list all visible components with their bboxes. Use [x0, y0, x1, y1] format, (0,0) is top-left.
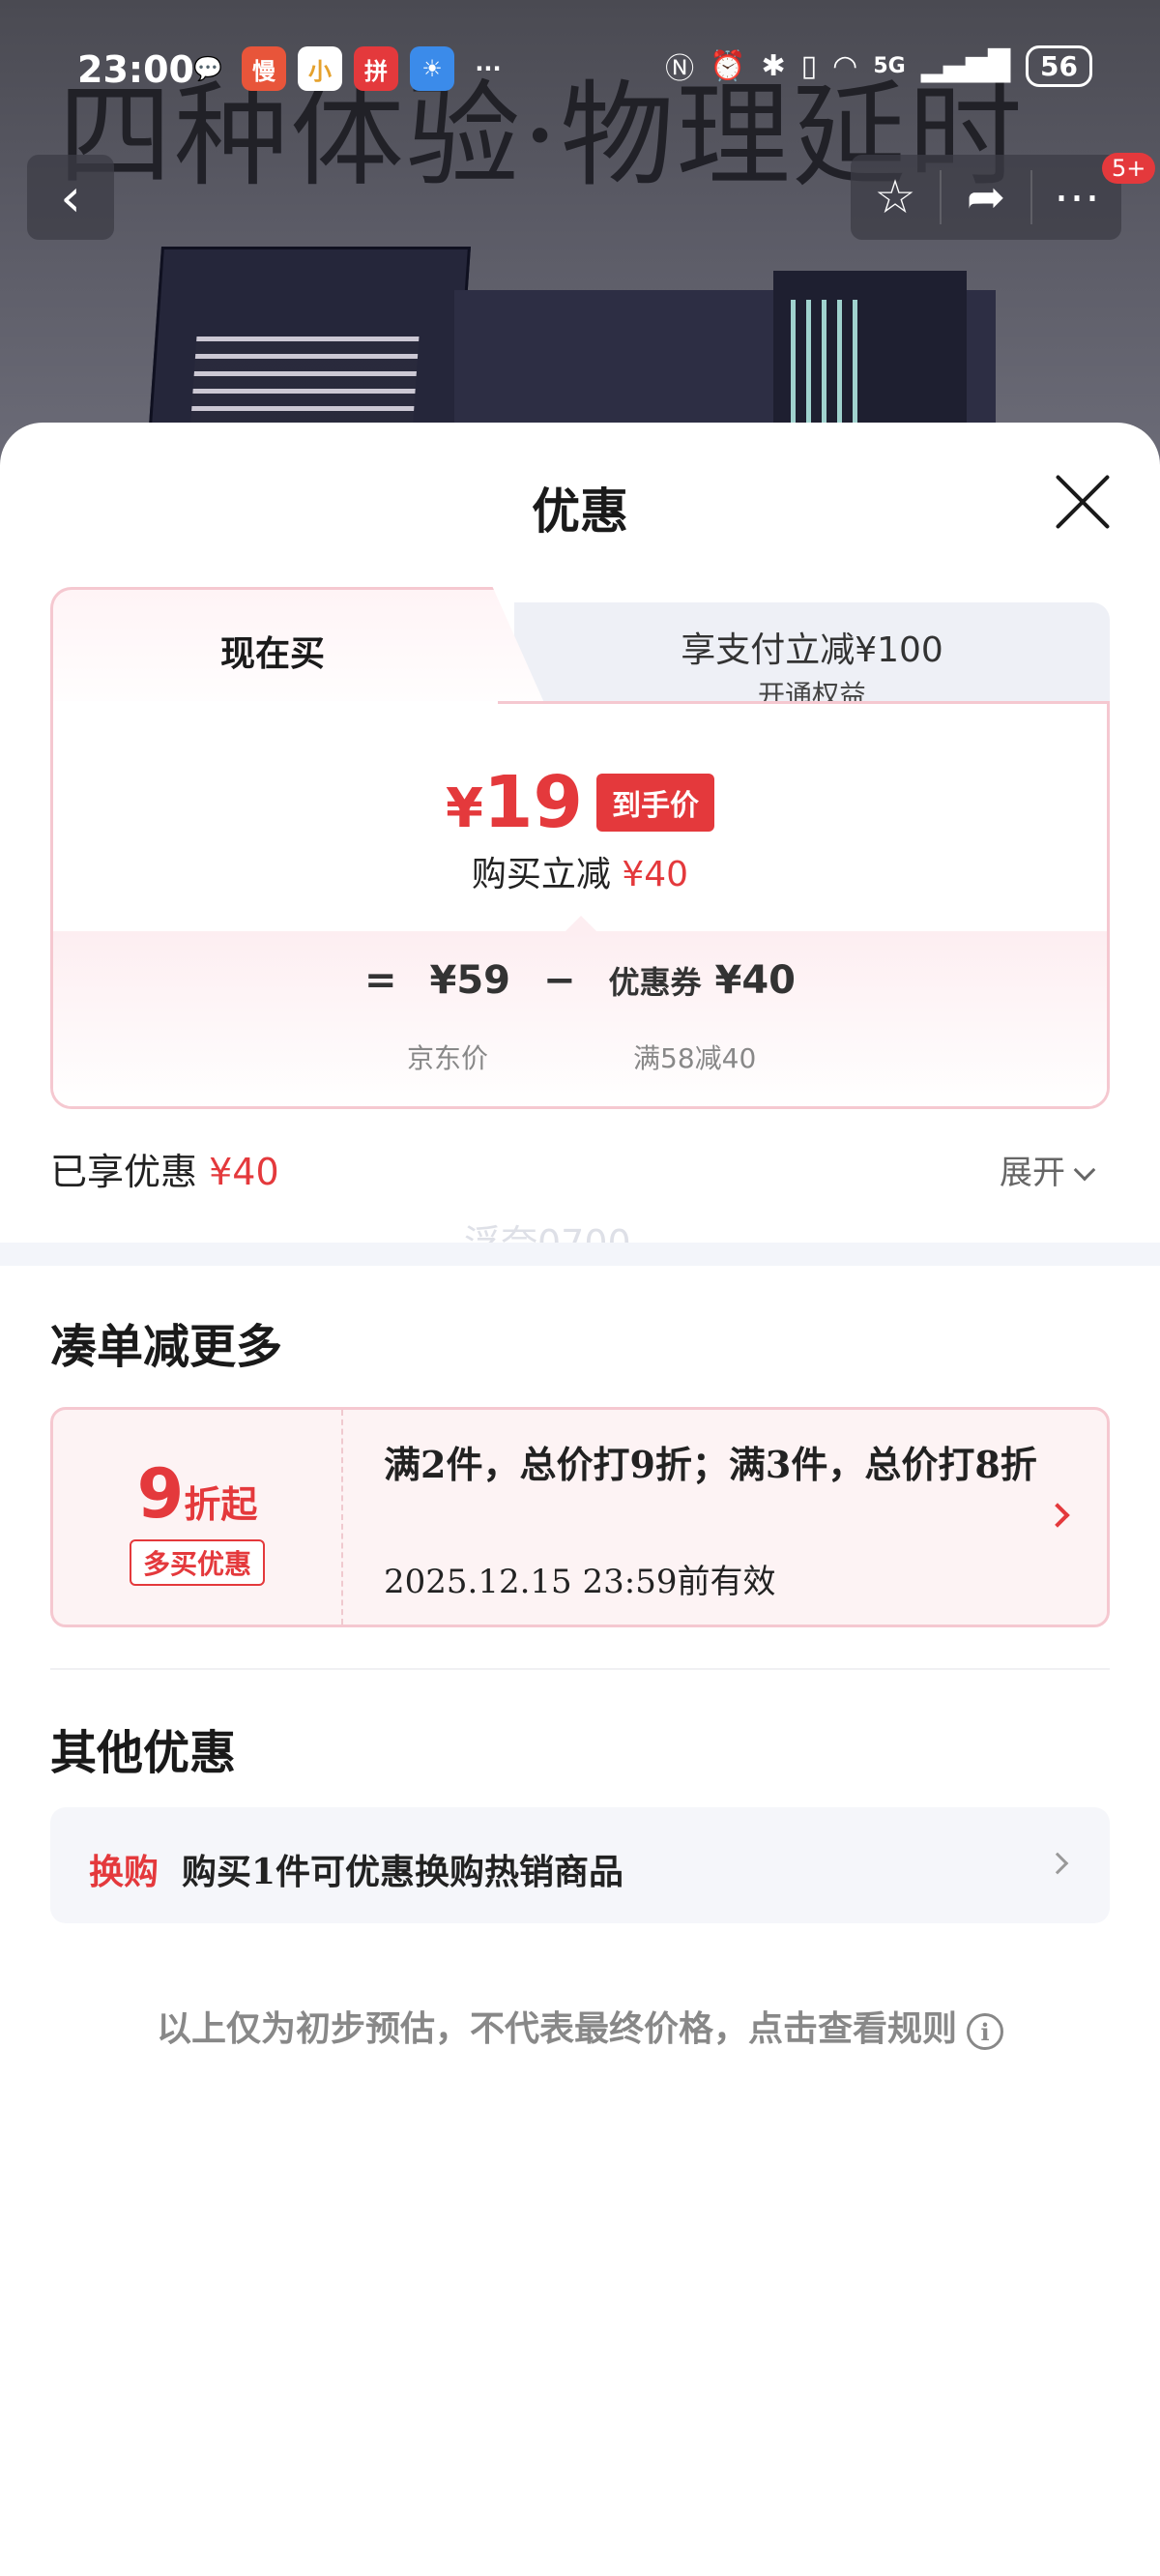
other-section-title: 其他优惠	[50, 1726, 237, 1780]
expand-button[interactable]: 展开	[1000, 1146, 1096, 1193]
divider	[50, 1668, 1110, 1670]
bundle-badge: 多买优惠	[129, 1539, 265, 1586]
tab-buy-now-label: 现在买	[219, 633, 325, 674]
top-actions: ☆ ➦ ⋯	[851, 155, 1121, 240]
status-app-icons: 💬 慢 小 拼 ☀ ···	[186, 46, 510, 91]
status-indicators: Ⓝ ⏰ ✱ ▯ ◠ 5G ▂▄▆█ 56	[665, 44, 1092, 87]
final-price-area: ¥19 到手价 购买立减 ¥40	[53, 701, 1107, 931]
vibrate-icon: ▯	[800, 48, 818, 83]
exchange-offer-row[interactable]: 换购 购买1件可优惠换购热销商品	[50, 1807, 1110, 1923]
price-card: ¥19 到手价 购买立减 ¥40 = ¥59 − 优惠券 ¥40 京东价 满58…	[50, 701, 1110, 1109]
purchase-tabs: 享支付立减¥100 开通权益 现在买	[50, 587, 1110, 722]
discount-summary: 购买立减 ¥40	[471, 855, 689, 894]
equals-sign: =	[364, 958, 397, 1003]
status-time: 23:00	[77, 48, 194, 91]
weather-app-icon: ☀	[410, 46, 454, 91]
bundle-description: 满2件，总价打9折；满3件，总价打8折	[384, 1443, 1037, 1486]
chevron-right-icon	[1045, 1503, 1070, 1528]
enjoyed-discount: 已享优惠 ¥40	[50, 1151, 279, 1193]
message-badge: 5+	[1102, 153, 1156, 184]
bundle-discount-value: 9折起	[136, 1454, 258, 1534]
wechat-icon: 💬	[193, 55, 222, 82]
favorite-star-icon[interactable]: ☆	[851, 170, 942, 224]
back-button[interactable]: ‹	[27, 155, 114, 240]
pinduoduo-app-icon: 拼	[354, 46, 398, 91]
bluetooth-icon: ✱	[761, 48, 786, 83]
discount-sheet: 优惠 享支付立减¥100 开通权益 现在买 ¥19 到手价 购买立减 ¥40 =…	[0, 423, 1160, 2576]
info-icon: i	[967, 2013, 1003, 2050]
final-price-tag: 到手价	[595, 774, 714, 832]
signal-icon: ▂▄▆█	[920, 48, 1011, 83]
price-formula: = ¥59 − 优惠券 ¥40 京东价 满58减40	[53, 931, 1107, 1106]
final-price: ¥19	[446, 761, 583, 844]
coupon-rule: 满58减40	[633, 1042, 757, 1074]
coupon-amount: 优惠券 ¥40	[608, 958, 796, 1003]
disclaimer-link[interactable]: 以上仅为初步预估，不代表最终价格，点击查看规则 i	[0, 2001, 1160, 2051]
status-bar: 23:00 💬 慢 小 拼 ☀ ··· Ⓝ ⏰ ✱ ▯ ◠ 5G ▂▄▆█ 56	[0, 39, 1160, 97]
network-type: 5G	[873, 53, 906, 78]
bundle-discount-box: 9折起 多买优惠	[53, 1410, 343, 1625]
product-image-box	[148, 247, 471, 440]
share-icon[interactable]: ➦	[942, 170, 1032, 224]
close-icon[interactable]	[1052, 471, 1112, 531]
jd-price-label: 京东价	[407, 1042, 489, 1074]
tab-payment-discount-label: 享支付立减¥100	[681, 630, 943, 670]
manhua-app-icon: 慢	[242, 46, 286, 91]
sheet-title: 优惠	[532, 483, 628, 540]
bundle-section-title: 凑单减更多	[50, 1320, 283, 1374]
tab-payment-discount[interactable]: 享支付立减¥100 开通权益	[514, 602, 1110, 713]
battery-indicator: 56	[1026, 44, 1092, 87]
alarm-icon: ⏰	[710, 48, 746, 83]
chevron-left-icon: ‹	[60, 166, 81, 228]
nfc-icon: Ⓝ	[665, 52, 695, 86]
minus-sign: −	[543, 958, 576, 1003]
exchange-tag: 换购	[89, 1852, 160, 1892]
wifi-icon: ◠	[832, 48, 858, 83]
chevron-right-icon	[1046, 1852, 1069, 1875]
jd-price: ¥59	[429, 958, 511, 1003]
chevron-down-icon	[1073, 1158, 1096, 1182]
more-notifications-icon: ···	[475, 55, 502, 82]
bundle-valid-until: 2025.12.15 23:59前有效	[384, 1563, 776, 1601]
section-divider	[0, 1243, 1160, 1266]
exchange-text: 购买1件可优惠换购热销商品	[182, 1852, 624, 1892]
bundle-offer-card[interactable]: 9折起 多买优惠 满2件，总价打9折；满3件，总价打8折 2025.12.15 …	[50, 1407, 1110, 1627]
xiaohongshu-app-icon: 小	[298, 46, 342, 91]
